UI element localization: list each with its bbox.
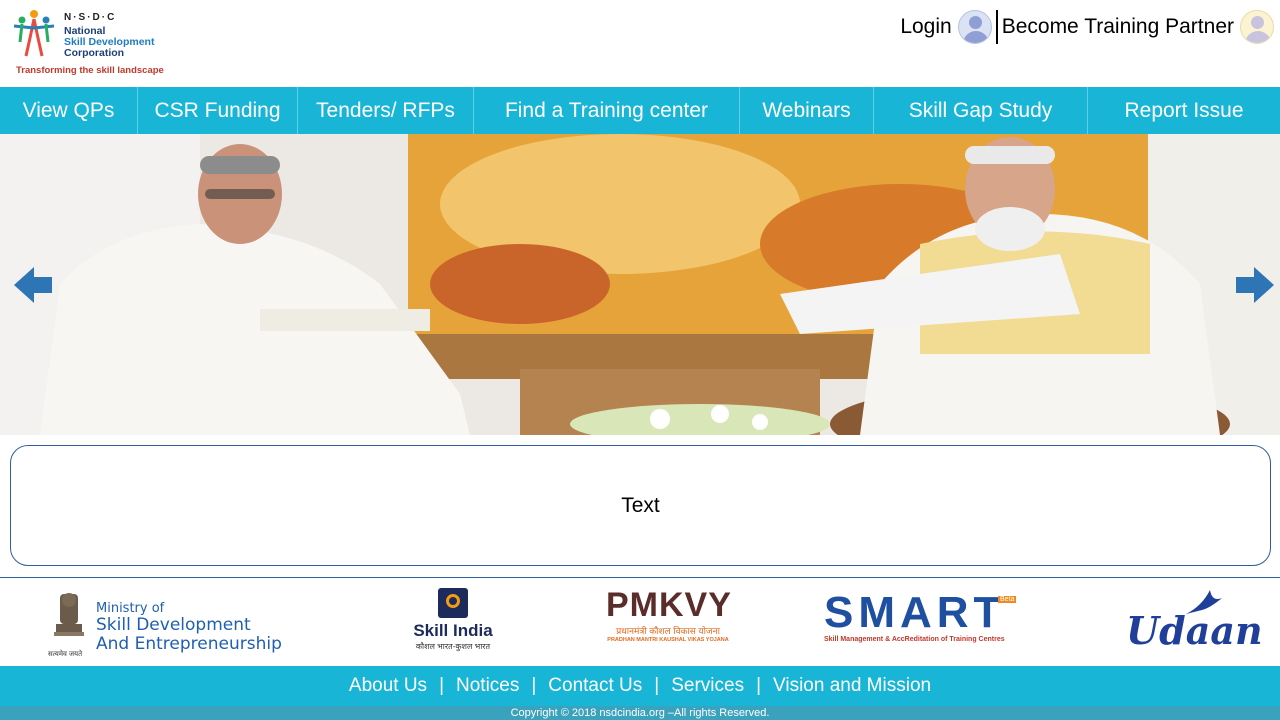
user-avatar-icon[interactable] [957, 10, 992, 44]
msde-line2: Skill Development [96, 615, 251, 635]
smart-beta-badge: Beta [998, 596, 1017, 603]
user-avatar-icon[interactable] [1240, 10, 1274, 44]
partner-logos: Ministry of Skill Development And Entrep… [0, 578, 1280, 666]
text-panel: Text [10, 445, 1271, 566]
footer-separator: | [654, 675, 660, 696]
msde-motto: सत्यमेव जयते [48, 651, 83, 658]
udaan-logo[interactable]: Udaan [1124, 586, 1263, 658]
logo-org-line3: Corporation [64, 47, 125, 59]
arrow-left-icon[interactable] [14, 265, 54, 305]
logo-org-name: National Skill Development Corporation [64, 26, 154, 59]
footer-link-services[interactable]: Services [671, 675, 744, 697]
national-emblem-icon [54, 593, 84, 636]
nav-item-skill-gap-study[interactable]: Skill Gap Study [874, 87, 1088, 134]
nav-item-csr-funding[interactable]: CSR Funding [138, 87, 298, 134]
footer-link-contact-us[interactable]: Contact Us [548, 675, 642, 697]
divider [995, 10, 998, 44]
become-training-partner-link[interactable]: Become Training Partner [1002, 15, 1234, 39]
smart-subtitle: Skill Management & AccReditation of Trai… [824, 636, 1005, 643]
login-link[interactable]: Login [900, 15, 951, 39]
account-links: Login Become Training Partner [900, 8, 1274, 46]
msde-logo[interactable]: Ministry of Skill Development And Entrep… [48, 588, 308, 658]
nsdc-figures-icon [13, 10, 55, 57]
nav-item-report-issue[interactable]: Report Issue [1088, 87, 1280, 134]
msde-line1: Ministry of [96, 601, 165, 616]
udaan-name: Udaan [1126, 608, 1263, 653]
smart-name: SMART [824, 588, 1006, 637]
nav-item-view-qps[interactable]: View QPs [0, 87, 138, 134]
nav-item-tenders-rfps[interactable]: Tenders/ RFPs [298, 87, 474, 134]
footer-nav: About Us | Notices | Contact Us | Servic… [0, 666, 1280, 706]
pmkvy-name: PMKVY [606, 586, 732, 624]
skill-india-name: Skill India [413, 621, 493, 640]
arrow-right-icon[interactable] [1234, 265, 1274, 305]
pmkvy-english: PRADHAN MANTRI KAUSHAL VIKAS YOJANA [607, 637, 729, 643]
main-nav: View QPs CSR Funding Tenders/ RFPs Find … [0, 87, 1280, 134]
header: N·S·D·C National Skill Development Corpo… [0, 0, 1280, 87]
pmkvy-logo[interactable]: PMKVY प्रधानमंत्री कौशल विकास योजना PRAD… [606, 586, 732, 660]
footer-separator: | [439, 675, 444, 696]
skill-india-mark-icon [438, 588, 468, 618]
logo-acronym: N·S·D·C [64, 12, 117, 23]
pmkvy-hindi: प्रधानमंत्री कौशल विकास योजना [616, 626, 720, 636]
footer-separator: | [756, 675, 762, 696]
nav-item-find-training-center[interactable]: Find a Training center [474, 87, 740, 134]
nav-item-webinars[interactable]: Webinars [740, 87, 874, 134]
smart-logo[interactable]: SMART Beta Skill Management & AccReditat… [824, 590, 1020, 656]
banner-photo [0, 134, 1280, 435]
msde-text: Ministry of Skill Development And Entrep… [96, 602, 282, 654]
msde-line3: And Entrepreneurship [96, 634, 282, 654]
footer-separator: | [531, 675, 537, 696]
skill-india-logo[interactable]: Skill India कौशल भारत-कुशल भारत [408, 588, 498, 658]
nsdc-logo[interactable]: N·S·D·C National Skill Development Corpo… [10, 8, 170, 80]
logo-tagline: Transforming the skill landscape [16, 65, 164, 76]
hero-banner [0, 134, 1280, 435]
skill-india-tagline: कौशल भारत-कुशल भारत [415, 642, 491, 651]
panel-text: Text [621, 493, 660, 517]
copyright: Copyright © 2018 nsdcindia.org –All righ… [0, 706, 1280, 720]
footer-link-notices[interactable]: Notices [456, 675, 519, 697]
footer-link-about-us[interactable]: About Us [349, 675, 427, 697]
footer-link-vision-mission[interactable]: Vision and Mission [773, 675, 931, 697]
